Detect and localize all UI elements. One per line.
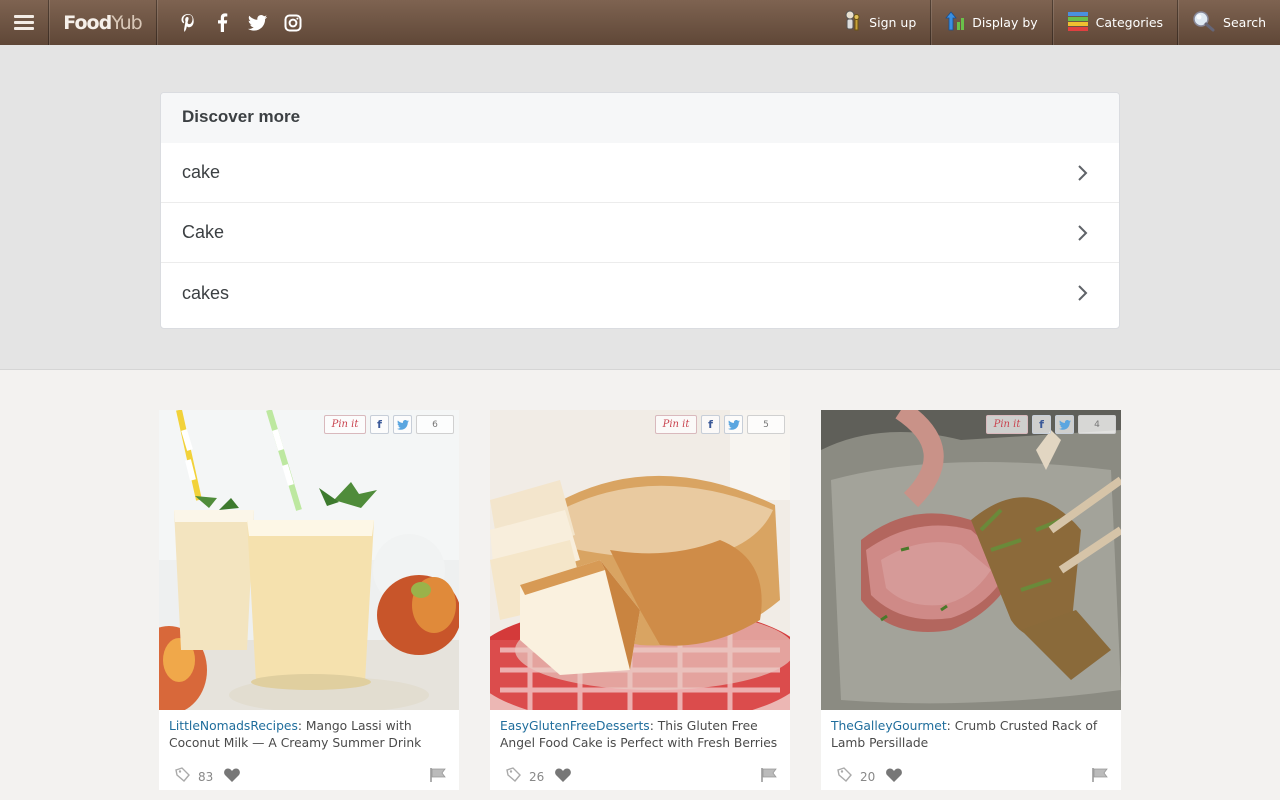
pin-it-button[interactable]: Pin it xyxy=(655,415,697,434)
heart-icon[interactable] xyxy=(554,767,572,783)
discover-item-label: cakes xyxy=(182,282,230,303)
discover-item-label: cake xyxy=(182,162,221,182)
categories-button[interactable]: Categories xyxy=(1051,0,1177,45)
display-by-label: Display by xyxy=(972,15,1038,30)
heart-icon[interactable] xyxy=(885,767,903,783)
twitter-icon[interactable] xyxy=(247,12,268,33)
share-count: 4 xyxy=(1078,415,1116,434)
discover-item[interactable]: Cake xyxy=(161,203,1119,263)
discover-section: Discover more cake Cake cakes xyxy=(0,45,1280,370)
search-button[interactable]: Search xyxy=(1177,0,1280,45)
chevron-right-icon xyxy=(1078,164,1088,181)
share-count: 6 xyxy=(416,415,454,434)
recipe-photo[interactable]: Pin it f 6 xyxy=(159,410,459,710)
chevron-right-icon xyxy=(1078,224,1088,241)
logo-text-light: Yub xyxy=(111,11,143,34)
pin-it-button[interactable]: Pin it xyxy=(324,415,366,434)
recipe-caption[interactable]: EasyGlutenFreeDesserts: This Gluten Free… xyxy=(490,710,790,762)
categories-label: Categories xyxy=(1095,15,1164,30)
discover-item-label: Cake xyxy=(182,222,225,242)
report-flag-icon[interactable] xyxy=(429,767,447,783)
pin-it-button[interactable]: Pin it xyxy=(986,415,1028,434)
recipe-photo[interactable]: Pin it f 4 xyxy=(821,410,1121,710)
twitter-icon xyxy=(727,419,740,430)
discover-more-panel: Discover more cake Cake cakes xyxy=(160,92,1120,329)
discover-item[interactable]: cake xyxy=(161,143,1119,203)
recipe-author-link[interactable]: EasyGlutenFreeDesserts xyxy=(500,719,650,733)
facebook-share-button[interactable]: f xyxy=(370,415,389,434)
discover-item[interactable]: cakes xyxy=(161,263,1119,323)
pinterest-icon[interactable] xyxy=(177,12,198,33)
recipe-card: Pin it f 5 EasyGlutenFreeDesserts: This … xyxy=(490,410,790,790)
recipe-caption[interactable]: TheGalleyGourmet: Crumb Crusted Rack of … xyxy=(821,710,1121,762)
save-tag-icon[interactable] xyxy=(505,767,523,783)
twitter-share-button[interactable] xyxy=(393,415,412,434)
categories-stack-icon xyxy=(1067,10,1089,36)
card-footer: 20 xyxy=(821,762,1121,788)
top-navigation-bar: FoodYub Sign up Display by Categories Se… xyxy=(0,0,1280,45)
twitter-icon xyxy=(1058,419,1071,430)
report-flag-icon[interactable] xyxy=(1091,767,1109,783)
logo-text-bold: Food xyxy=(63,11,112,34)
logo[interactable]: FoodYub xyxy=(49,0,157,45)
recipe-author-link[interactable]: LittleNomadsRecipes xyxy=(169,719,298,733)
recipe-photo[interactable]: Pin it f 5 xyxy=(490,410,790,710)
search-icon xyxy=(1192,10,1216,36)
recipe-card: Pin it f 6 LittleNomadsRecipes: Mango La… xyxy=(159,410,459,790)
share-bar: Pin it f 4 xyxy=(986,415,1116,434)
facebook-share-button[interactable]: f xyxy=(1032,415,1051,434)
user-key-icon xyxy=(842,10,862,36)
hamburger-icon xyxy=(14,14,34,31)
twitter-share-button[interactable] xyxy=(1055,415,1074,434)
save-count: 83 xyxy=(198,770,214,784)
sort-arrows-icon xyxy=(945,10,965,36)
save-count: 20 xyxy=(860,770,876,784)
recipe-author-link[interactable]: TheGalleyGourmet xyxy=(831,719,947,733)
hamburger-menu-button[interactable] xyxy=(0,0,49,45)
share-count: 5 xyxy=(747,415,785,434)
report-flag-icon[interactable] xyxy=(760,767,778,783)
card-footer: 26 xyxy=(490,762,790,788)
card-footer: 83 xyxy=(159,762,459,788)
save-tag-icon[interactable] xyxy=(174,767,192,783)
save-count: 26 xyxy=(529,770,545,784)
facebook-share-button[interactable]: f xyxy=(701,415,720,434)
twitter-icon xyxy=(396,419,409,430)
top-nav-actions: Sign up Display by Categories Search xyxy=(828,0,1280,45)
share-bar: Pin it f 5 xyxy=(655,415,785,434)
heart-icon[interactable] xyxy=(223,767,241,783)
share-bar: Pin it f 6 xyxy=(324,415,454,434)
signup-label: Sign up xyxy=(869,15,917,30)
instagram-icon[interactable] xyxy=(282,12,303,33)
chevron-right-icon xyxy=(1078,285,1088,301)
recipe-card: Pin it f 4 TheGalleyGourmet: Crumb Crust… xyxy=(821,410,1121,790)
discover-title: Discover more xyxy=(161,93,1119,143)
recipe-caption[interactable]: LittleNomadsRecipes: Mango Lassi with Co… xyxy=(159,710,459,762)
save-tag-icon[interactable] xyxy=(836,767,854,783)
display-by-button[interactable]: Display by xyxy=(930,0,1051,45)
signup-button[interactable]: Sign up xyxy=(828,0,930,45)
twitter-share-button[interactable] xyxy=(724,415,743,434)
facebook-icon[interactable] xyxy=(212,12,233,33)
social-links xyxy=(157,0,303,45)
search-label: Search xyxy=(1223,15,1266,30)
